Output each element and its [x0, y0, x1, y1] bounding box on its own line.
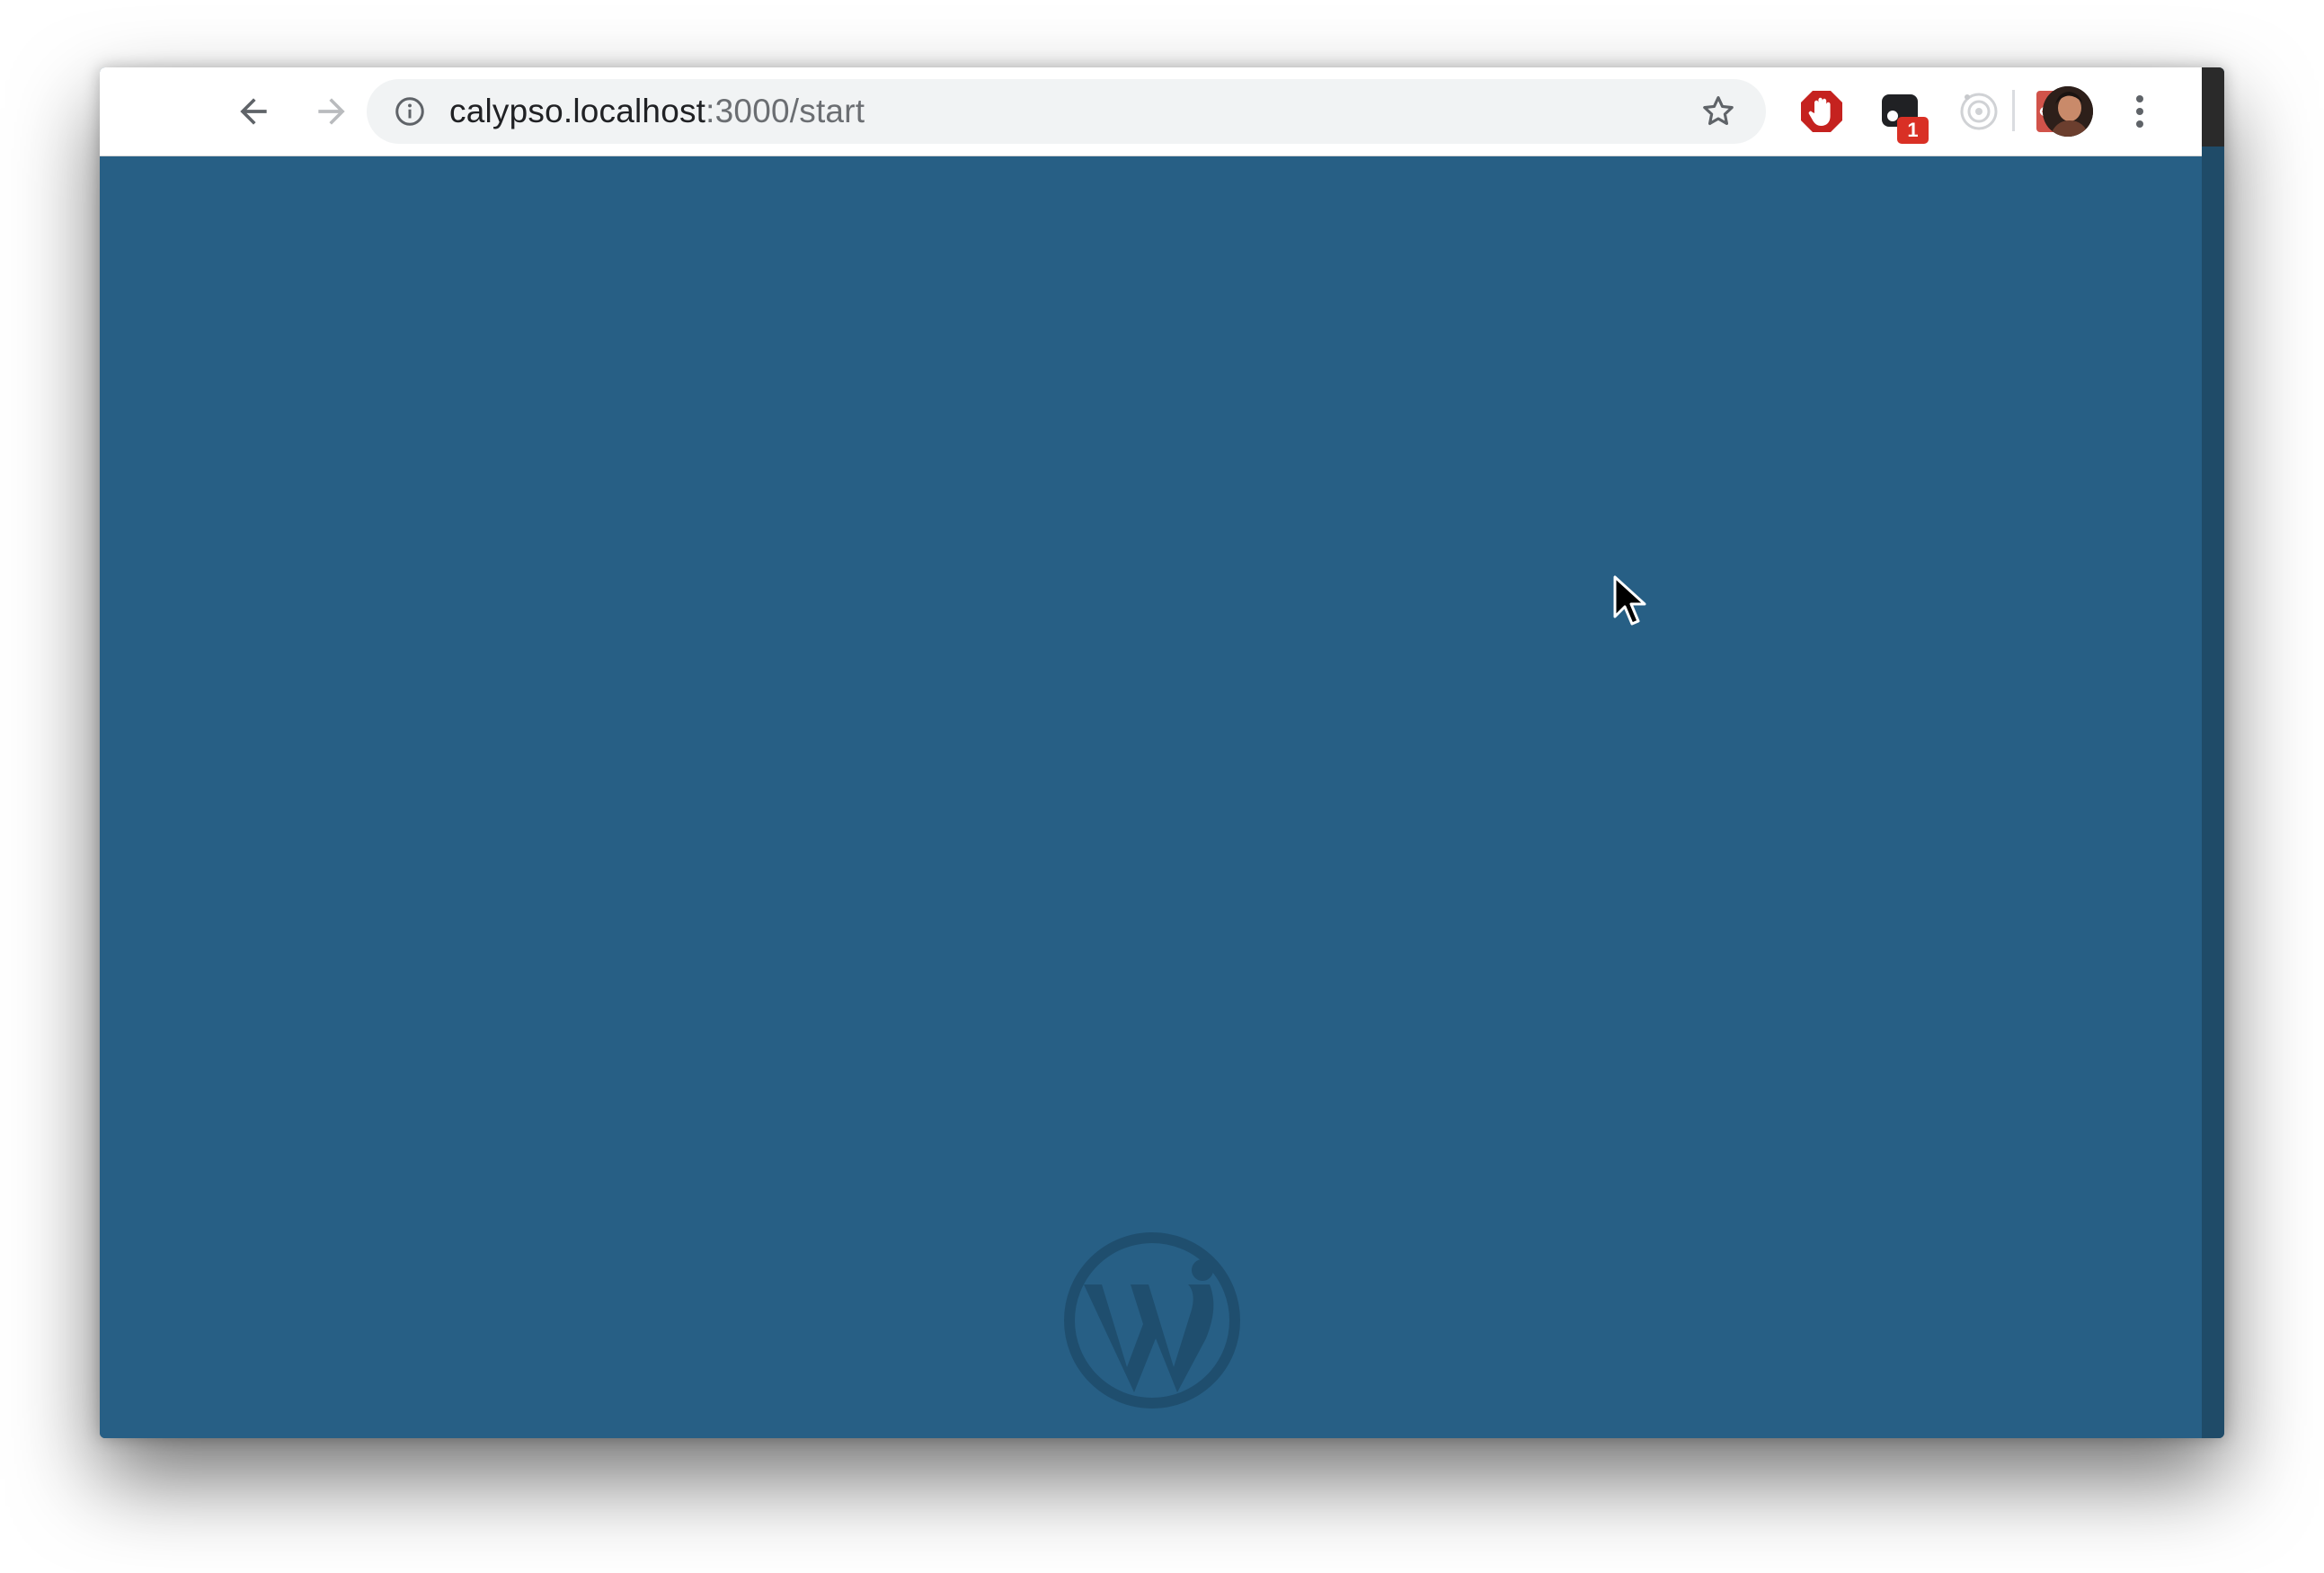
profile-photo [2043, 86, 2093, 137]
page-content [100, 156, 2202, 1438]
toolbar-separator [2012, 90, 2015, 131]
wordpress-logo [1064, 1232, 1240, 1409]
avatar[interactable] [2043, 86, 2093, 137]
back-button[interactable] [229, 87, 278, 136]
browser-toolbar: calypso.localhost:3000/start 1 [100, 67, 2202, 156]
mouse-cursor-icon [1613, 575, 1646, 626]
forward-button[interactable] [307, 87, 356, 136]
url-host: calypso.localhost [449, 93, 706, 129]
three-dots-vertical-icon[interactable] [2126, 87, 2153, 136]
stop-hand-icon[interactable] [1799, 89, 1844, 134]
window-edge [2202, 67, 2224, 1438]
url-path: :3000/start [705, 93, 865, 129]
address-bar[interactable]: calypso.localhost:3000/start [367, 79, 1766, 144]
info-icon[interactable] [394, 95, 426, 128]
browser-window: calypso.localhost:3000/start 1 [100, 67, 2224, 1438]
extension-badge: 1 [1897, 117, 1929, 144]
camera-lens-icon[interactable] [1956, 89, 2001, 134]
arrow-right-icon [318, 98, 345, 125]
star-icon[interactable] [1699, 93, 1737, 130]
arrow-left-icon [240, 98, 267, 125]
url-text: calypso.localhost:3000/start [449, 79, 865, 144]
